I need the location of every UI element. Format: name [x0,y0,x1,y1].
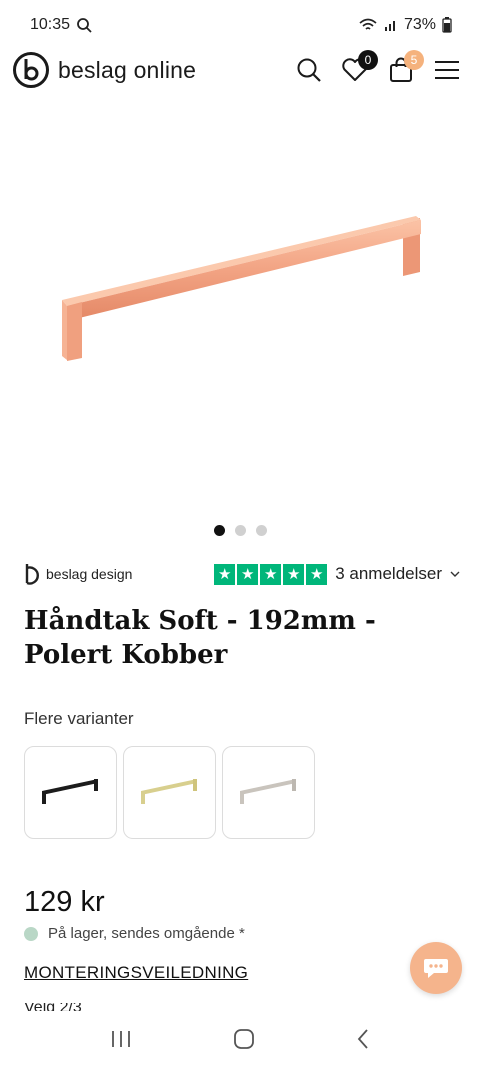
trustpilot-stars: ★ ★ ★ ★ ★ [214,563,328,585]
search-icon [77,18,92,33]
wishlist-button[interactable]: 0 [340,50,378,85]
back-icon[interactable] [356,1028,370,1050]
brand-name: beslag design [46,566,133,582]
signal-icon [384,21,395,31]
variant-selection-text: Velg 2/3 [24,1003,82,1011]
variant-selection-label: Velg 2/3 [24,1003,82,1011]
variant-list [24,746,315,839]
brass-handle-thumbnail [140,778,197,804]
stock-status: På lager, sendes omgående * [24,925,245,942]
wifi-icon [359,18,377,30]
status-left: 10:35 [30,16,92,34]
gallery-dot[interactable] [255,525,267,536]
search-icon [297,58,321,82]
brand-mark-icon [25,564,39,585]
gallery-dot[interactable] [213,525,225,536]
star-icon: ★ [306,563,328,585]
status-right: 73% [358,16,452,34]
star-icon: ★ [237,563,259,585]
battery-icon [442,17,452,33]
logo-mark-icon [13,52,49,88]
product-image[interactable] [0,110,480,510]
hamburger-menu-icon [435,61,459,79]
copper-handle-image [62,216,421,361]
chat-bubble-icon [424,959,448,978]
logo-text: beslag online [58,56,197,83]
search-button[interactable] [294,55,324,85]
variant-steel[interactable] [222,746,315,839]
home-icon[interactable] [233,1028,255,1050]
reviews-count: 3 anmeldelser [335,564,442,583]
variants-label: Flere varianter [24,709,134,728]
product-title: Håndtak Soft - 192mm - Polert Kobber [24,606,376,670]
stock-indicator-icon [24,926,38,941]
chat-button[interactable] [410,942,462,994]
black-handle-thumbnail [41,778,98,804]
menu-button[interactable] [432,55,462,85]
variant-black[interactable] [24,746,117,839]
star-icon: ★ [260,563,282,585]
battery-percentage: 73% [403,16,436,33]
header-icons: 0 5 [294,50,462,85]
site-logo[interactable]: beslag online [12,51,196,89]
site-header: beslag online 0 5 [0,50,480,90]
status-time: 10:35 [30,16,71,33]
wishlist-count-badge: 0 [358,50,378,70]
gallery-dot[interactable] [234,525,246,536]
brand-rating-row: beslag design ★ ★ ★ ★ ★ 3 anmeldelser [24,560,460,588]
stock-text: På lager, sendes omgående * [48,925,245,942]
variant-brass[interactable] [123,746,216,839]
cart-count-badge: 5 [404,50,424,70]
chevron-down-icon [450,571,460,577]
recent-apps-icon[interactable] [110,1029,132,1049]
steel-handle-thumbnail [239,778,296,804]
cart-button[interactable]: 5 [386,50,424,85]
star-icon: ★ [283,563,305,585]
product-price: 129 kr [24,886,105,918]
rating-summary[interactable]: ★ ★ ★ ★ ★ 3 anmeldelser [214,563,460,585]
mounting-guide-link[interactable]: MONTERINGSVEILEDNING [24,963,248,983]
brand-logo[interactable]: beslag design [24,563,132,585]
status-bar: 10:35 73% [0,0,480,50]
system-navigation-bar [0,1011,480,1067]
star-icon: ★ [214,563,236,585]
gallery-pagination [0,525,480,536]
